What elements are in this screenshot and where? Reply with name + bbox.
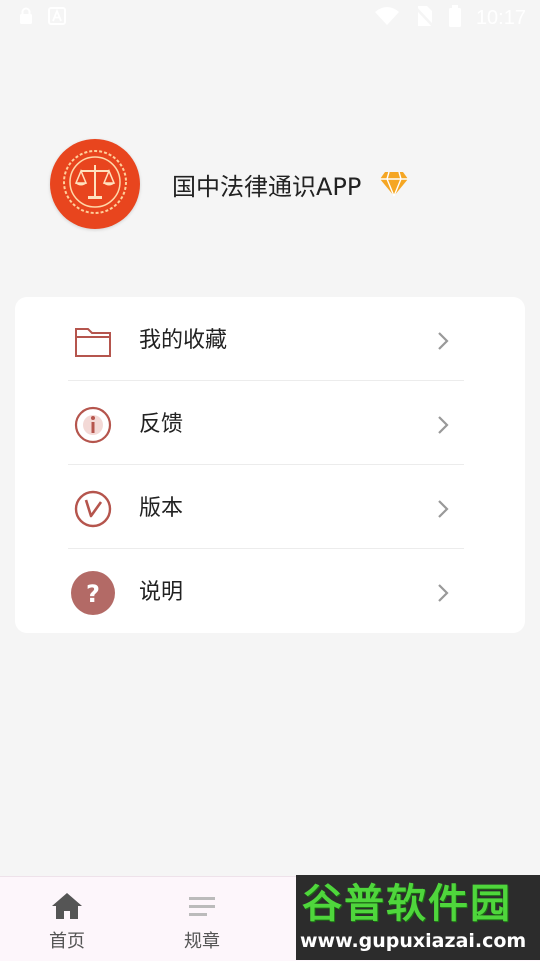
a-icon	[48, 7, 66, 29]
scales-of-justice-icon	[60, 147, 130, 221]
chevron-right-icon	[433, 329, 453, 353]
menu-item-favorites[interactable]: 我的收藏	[15, 299, 525, 383]
menu-card: 我的收藏 反馈 版本 ? 说明	[15, 297, 525, 633]
menu-item-label: 版本	[139, 496, 184, 521]
menu-item-version[interactable]: 版本	[15, 467, 525, 551]
folder-icon	[71, 319, 115, 363]
nav-item-home[interactable]: 首页	[12, 877, 122, 961]
home-icon	[51, 891, 83, 921]
info-icon	[71, 403, 115, 447]
diamond-icon	[379, 171, 409, 197]
watermark-title: 谷普软件园	[302, 881, 512, 927]
nav-item-label: 首页	[49, 931, 85, 952]
menu-item-label: 说明	[139, 580, 184, 605]
list-icon	[187, 891, 217, 921]
app-name: 国中法律通识APP	[172, 172, 362, 201]
menu-item-feedback[interactable]: 反馈	[15, 383, 525, 467]
svg-text:?: ?	[86, 580, 100, 608]
menu-item-instructions[interactable]: ? 说明	[15, 551, 525, 635]
menu-item-label: 反馈	[139, 412, 184, 437]
version-check-icon	[71, 487, 115, 531]
menu-item-label: 我的收藏	[139, 328, 228, 353]
profile-header: 国中法律通识APP	[50, 139, 409, 229]
status-time: 10:17	[475, 6, 526, 29]
status-bar: 10:17	[0, 0, 540, 36]
battery-icon	[448, 5, 462, 31]
chevron-right-icon	[433, 413, 453, 437]
chevron-right-icon	[433, 581, 453, 605]
divider	[68, 380, 464, 381]
no-sim-icon	[414, 5, 434, 31]
avatar[interactable]	[50, 139, 140, 229]
divider	[68, 464, 464, 465]
nav-item-rules[interactable]: 规章	[147, 877, 257, 961]
question-icon: ?	[71, 571, 115, 615]
lock-icon	[18, 7, 34, 29]
watermark-url: www.gupuxiazai.com	[300, 930, 527, 952]
chevron-right-icon	[433, 497, 453, 521]
nav-item-label: 规章	[184, 931, 220, 952]
divider	[68, 548, 464, 549]
wifi-icon	[374, 6, 400, 30]
watermark: 谷普软件园 www.gupuxiazai.com	[296, 875, 540, 960]
